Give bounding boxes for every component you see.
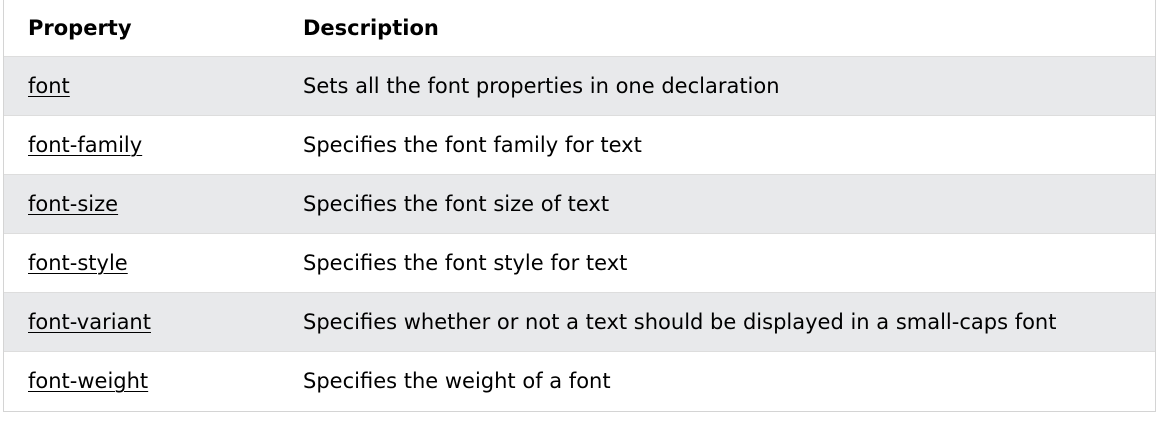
description-cell: Specifies whether or not a text should b… (303, 309, 1057, 334)
property-cell: font-family (4, 115, 279, 174)
description-cell: Specifies the weight of a font (303, 368, 611, 393)
property-link-font-size[interactable]: font-size (28, 192, 118, 216)
description-cell: Sets all the font properties in one decl… (303, 73, 780, 98)
description-cell: Specifies the font style for text (303, 250, 628, 275)
property-link-font-style[interactable]: font-style (28, 251, 128, 275)
property-cell: font-weight (4, 351, 279, 410)
description-cell: Specifies the font size of text (303, 191, 610, 216)
property-link-font-weight[interactable]: font-weight (28, 369, 148, 393)
table-row: font-weight Specifies the weight of a fo… (4, 351, 1155, 410)
property-cell: font-style (4, 233, 279, 292)
property-cell: font-variant (4, 292, 279, 351)
table-row: font-size Specifies the font size of tex… (4, 174, 1155, 233)
property-link-font[interactable]: font (28, 74, 70, 98)
table-header-row: Property Description (4, 0, 1155, 57)
table-row: font-family Specifies the font family fo… (4, 115, 1155, 174)
property-link-font-family[interactable]: font-family (28, 133, 142, 157)
table-row: font-variant Specifies whether or not a … (4, 292, 1155, 351)
property-cell: font-size (4, 174, 279, 233)
table-row: font Sets all the font properties in one… (4, 56, 1155, 115)
description-cell: Specifies the font family for text (303, 132, 642, 157)
font-properties-table-container: Property Description font Sets all the f… (3, 0, 1156, 412)
font-properties-table: Property Description font Sets all the f… (4, 0, 1155, 410)
property-cell: font (4, 56, 279, 115)
column-header-description: Description (279, 0, 1155, 57)
table-row: font-style Specifies the font style for … (4, 233, 1155, 292)
property-link-font-variant[interactable]: font-variant (28, 310, 151, 334)
column-header-property: Property (4, 0, 279, 57)
